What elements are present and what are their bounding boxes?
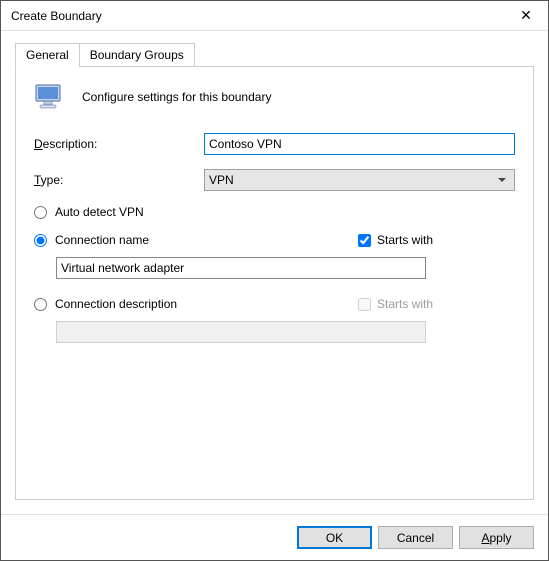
connection-name-input[interactable] (56, 257, 426, 279)
starts-with-desc-label: Starts with (377, 297, 433, 311)
window-title: Create Boundary (11, 9, 504, 23)
content-area: General Boundary Groups Configure settin… (1, 31, 548, 514)
cancel-button[interactable]: Cancel (378, 526, 453, 549)
connection-desc-block: Connection description Starts with (34, 297, 515, 343)
panel-header-text: Configure settings for this boundary (82, 90, 271, 104)
starts-with-name-checkbox[interactable] (358, 234, 371, 247)
tab-boundary-groups[interactable]: Boundary Groups (79, 43, 195, 67)
tab-general[interactable]: General (15, 43, 80, 67)
type-select[interactable]: VPN (204, 169, 515, 191)
connection-desc-input (56, 321, 426, 343)
ok-button[interactable]: OK (297, 526, 372, 549)
connection-name-radio[interactable] (34, 234, 47, 247)
description-input[interactable] (204, 133, 515, 155)
close-icon: ✕ (520, 7, 532, 24)
starts-with-desc-checkbox (358, 298, 371, 311)
titlebar: Create Boundary ✕ (1, 1, 548, 31)
auto-detect-radio[interactable] (34, 206, 47, 219)
auto-detect-label: Auto detect VPN (55, 205, 144, 219)
tab-panel-general: Configure settings for this boundary Des… (15, 66, 534, 500)
connection-desc-label: Connection description (55, 297, 177, 311)
type-label: Type: (34, 173, 204, 187)
panel-header: Configure settings for this boundary (34, 83, 515, 111)
starts-with-name-label: Starts with (377, 233, 433, 247)
tabstrip: General Boundary Groups (15, 43, 534, 67)
type-row: Type: VPN (34, 169, 515, 191)
type-select-value: VPN (209, 173, 234, 187)
auto-detect-row: Auto detect VPN (34, 205, 515, 219)
connection-name-label: Connection name (55, 233, 149, 247)
apply-button[interactable]: Apply (459, 526, 534, 549)
description-label: Description: (34, 137, 204, 151)
connection-desc-radio[interactable] (34, 298, 47, 311)
footer: OK Cancel Apply (1, 514, 548, 560)
connection-name-block: Connection name Starts with (34, 233, 515, 279)
close-button[interactable]: ✕ (504, 1, 548, 30)
monitor-icon (34, 83, 66, 111)
description-row: Description: (34, 133, 515, 155)
